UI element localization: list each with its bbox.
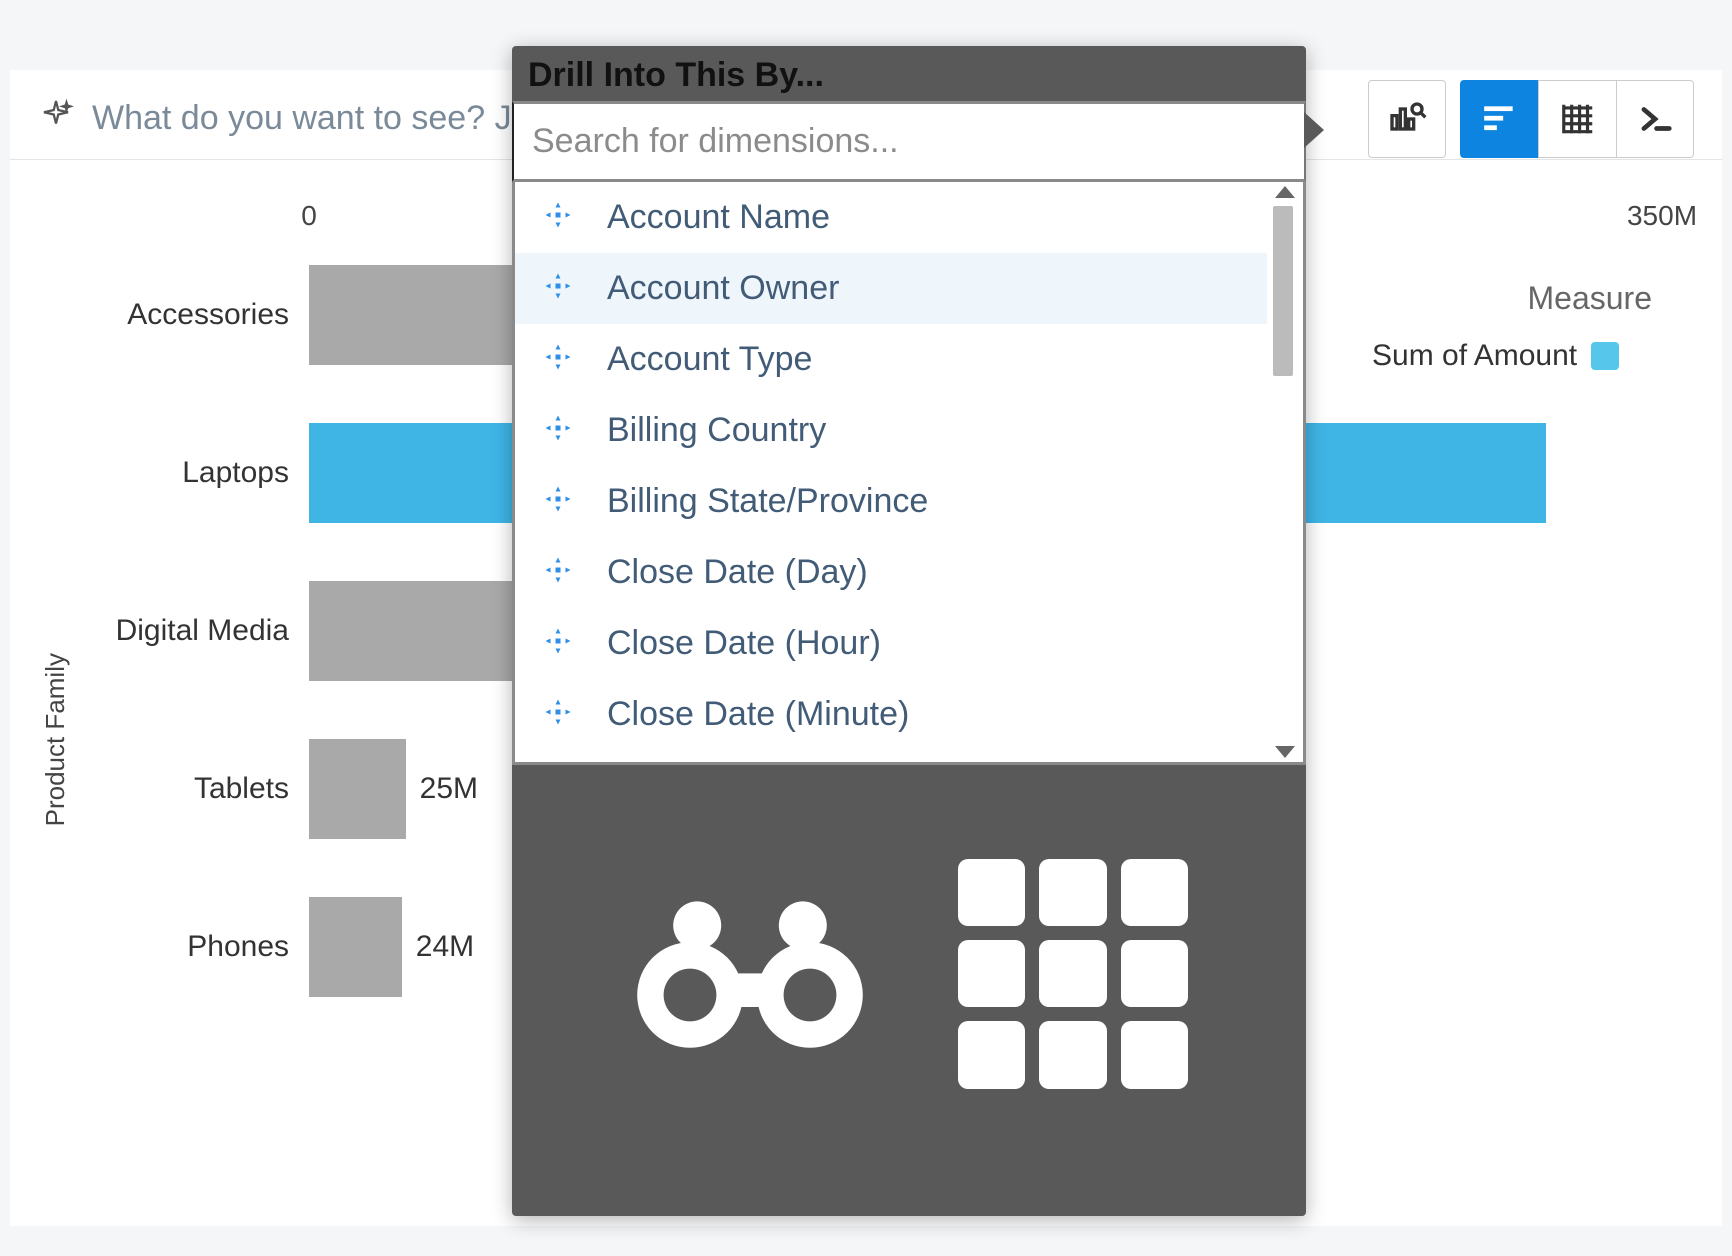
dimension-icon bbox=[543, 413, 579, 449]
dimension-icon bbox=[543, 200, 579, 236]
legend-swatch bbox=[1591, 342, 1619, 370]
grid-icon bbox=[958, 859, 1188, 1089]
drill-popover: Drill Into This By... Account NameAccoun… bbox=[512, 46, 1306, 1216]
popover-caret bbox=[1304, 112, 1324, 148]
bar-category-label: Digital Media bbox=[89, 614, 309, 648]
scrollbar[interactable] bbox=[1273, 186, 1297, 758]
dimension-label: Account Type bbox=[607, 340, 812, 379]
y-axis-label: Product Family bbox=[40, 653, 71, 826]
legend-item-label: Sum of Amount bbox=[1372, 339, 1577, 373]
popover-action-row bbox=[512, 762, 1306, 1182]
legend: Measure Sum of Amount bbox=[1372, 280, 1652, 373]
dimension-label: Close Date (Hour) bbox=[607, 624, 881, 663]
scroll-thumb[interactable] bbox=[1273, 206, 1293, 376]
dimension-label: Account Owner bbox=[607, 269, 839, 308]
bar-rect[interactable] bbox=[309, 739, 406, 839]
dimension-label: Close Date (Day) bbox=[607, 553, 868, 592]
grid-apps-button[interactable] bbox=[958, 859, 1188, 1089]
dimension-item[interactable]: Close Date (Hour) bbox=[515, 608, 1267, 679]
x-tick: 0 bbox=[301, 200, 317, 232]
dimension-item[interactable]: Account Name bbox=[515, 182, 1267, 253]
dimension-list-wrap: Account Name Account Owner Account Type Bil… bbox=[512, 182, 1306, 762]
dimension-item[interactable]: Billing Country bbox=[515, 395, 1267, 466]
x-tick: 350M bbox=[1627, 200, 1697, 232]
legend-item[interactable]: Sum of Amount bbox=[1372, 339, 1652, 373]
bar-category-label: Phones bbox=[89, 930, 309, 964]
dimension-item[interactable]: Close Date (Day) bbox=[515, 537, 1267, 608]
bar-category-label: Tablets bbox=[89, 772, 309, 806]
dimension-label: Billing State/Province bbox=[607, 482, 928, 521]
view-toggle-group bbox=[1460, 80, 1694, 158]
bar-value-label: 24M bbox=[416, 930, 474, 964]
dimension-label: Close Date (Minute) bbox=[607, 695, 909, 734]
sparkle-icon bbox=[38, 98, 74, 139]
dimension-item[interactable]: Billing State/Province bbox=[515, 466, 1267, 537]
bar-rect[interactable] bbox=[309, 897, 402, 997]
bar-chart-view-button[interactable] bbox=[1460, 80, 1538, 158]
dimension-item[interactable]: Account Owner bbox=[515, 253, 1267, 324]
bar-category-label: Accessories bbox=[89, 298, 309, 332]
dimension-icon bbox=[543, 484, 579, 520]
dimension-item[interactable]: Account Type bbox=[515, 324, 1267, 395]
dimension-label: Account Name bbox=[607, 198, 830, 237]
dimension-icon bbox=[543, 697, 579, 733]
dimension-label: Billing Country bbox=[607, 411, 826, 450]
explore-binoculars-button[interactable] bbox=[630, 881, 870, 1066]
dimension-icon bbox=[543, 271, 579, 307]
scroll-down-icon[interactable] bbox=[1275, 746, 1295, 758]
explore-button[interactable] bbox=[1368, 80, 1446, 158]
dimension-list: Account Name Account Owner Account Type Bil… bbox=[515, 182, 1267, 762]
toolbar-right bbox=[1368, 80, 1694, 158]
dimension-search-input[interactable] bbox=[512, 101, 1306, 182]
dimension-icon bbox=[543, 626, 579, 662]
saql-view-button[interactable] bbox=[1616, 80, 1694, 158]
drill-popover-title: Drill Into This By... bbox=[512, 46, 1306, 101]
legend-title: Measure bbox=[1372, 280, 1652, 317]
bar-category-label: Laptops bbox=[89, 456, 309, 490]
dimension-icon bbox=[543, 555, 579, 591]
dimension-icon bbox=[543, 342, 579, 378]
scroll-up-icon[interactable] bbox=[1275, 186, 1295, 198]
bar-value-label: 25M bbox=[420, 772, 478, 806]
dimension-item[interactable]: Close Date (Minute) bbox=[515, 679, 1267, 750]
table-view-button[interactable] bbox=[1538, 80, 1616, 158]
